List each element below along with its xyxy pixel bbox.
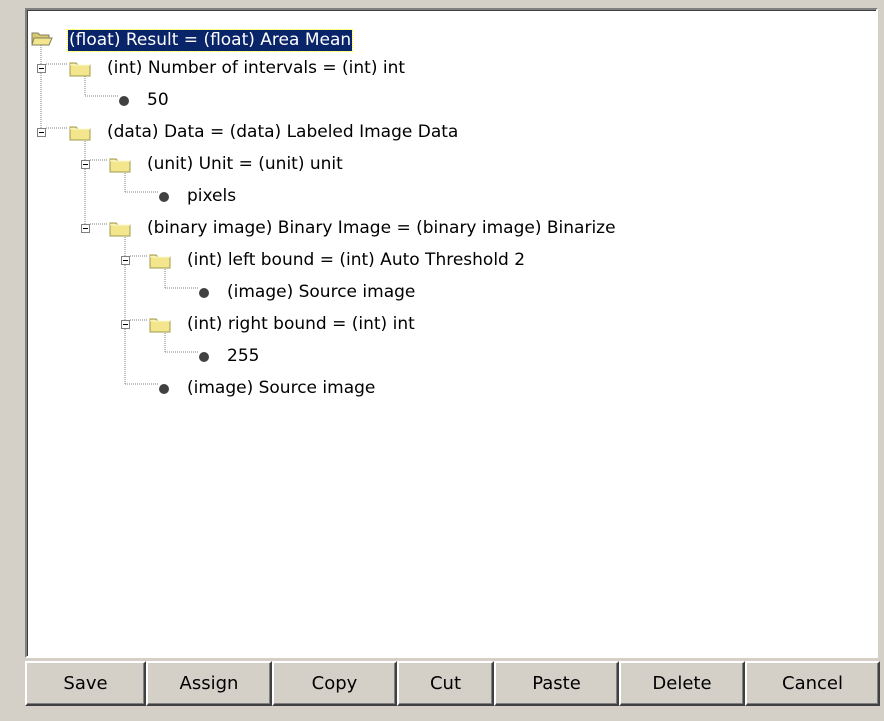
leaf-dot-icon [119,96,129,106]
leaf-dot-icon [199,352,209,362]
assign-button[interactable]: Assign [146,661,272,706]
collapse-box-icon[interactable] [81,160,90,169]
leaf-dot-icon [159,384,169,394]
tree-node-label[interactable]: (int) left bound = (int) Auto Threshold … [186,250,526,271]
leaf-dot-icon [199,288,209,298]
collapse-box-icon[interactable] [121,256,130,265]
collapse-box-icon[interactable] [121,320,130,329]
tree-node-label[interactable]: (int) right bound = (int) int [186,314,416,335]
tree-node-label[interactable]: 255 [226,346,260,367]
copy-button[interactable]: Copy [272,661,397,706]
tree-node-label[interactable]: (int) Number of intervals = (int) int [106,58,406,79]
tree-node-label[interactable]: (image) Source image [226,282,416,303]
folder-icon [109,222,131,237]
tree-node-label[interactable]: pixels [186,186,237,207]
collapse-box-icon[interactable] [37,128,46,137]
tree-node-label[interactable]: (unit) Unit = (unit) unit [146,154,344,175]
folder-icon [69,62,91,77]
tree-node-label[interactable]: (image) Source image [186,378,376,399]
paste-button[interactable]: Paste [494,661,619,706]
collapse-box-icon[interactable] [81,224,90,233]
tree-node-label[interactable]: (binary image) Binary Image = (binary im… [146,218,617,239]
tree-node-label[interactable]: (data) Data = (data) Labeled Image Data [106,122,459,143]
delete-button[interactable]: Delete [619,661,745,706]
action-button-bar: Save Assign Copy Cut Paste Delete Cancel [25,661,880,706]
save-button[interactable]: Save [25,661,146,706]
expression-tree[interactable]: (float) Result = (float) Area Mean (int)… [25,8,878,658]
cut-button[interactable]: Cut [397,661,494,706]
folder-icon [69,126,91,141]
folder-icon [149,254,171,269]
cancel-button[interactable]: Cancel [745,661,880,706]
folder-icon [109,158,131,173]
folder-icon [149,318,171,333]
tree-node-label[interactable]: 50 [146,90,170,111]
leaf-dot-icon [159,192,169,202]
open-folder-icon [31,32,53,46]
collapse-box-icon[interactable] [37,64,46,73]
tree-node-label[interactable]: (float) Result = (float) Area Mean [66,29,354,52]
